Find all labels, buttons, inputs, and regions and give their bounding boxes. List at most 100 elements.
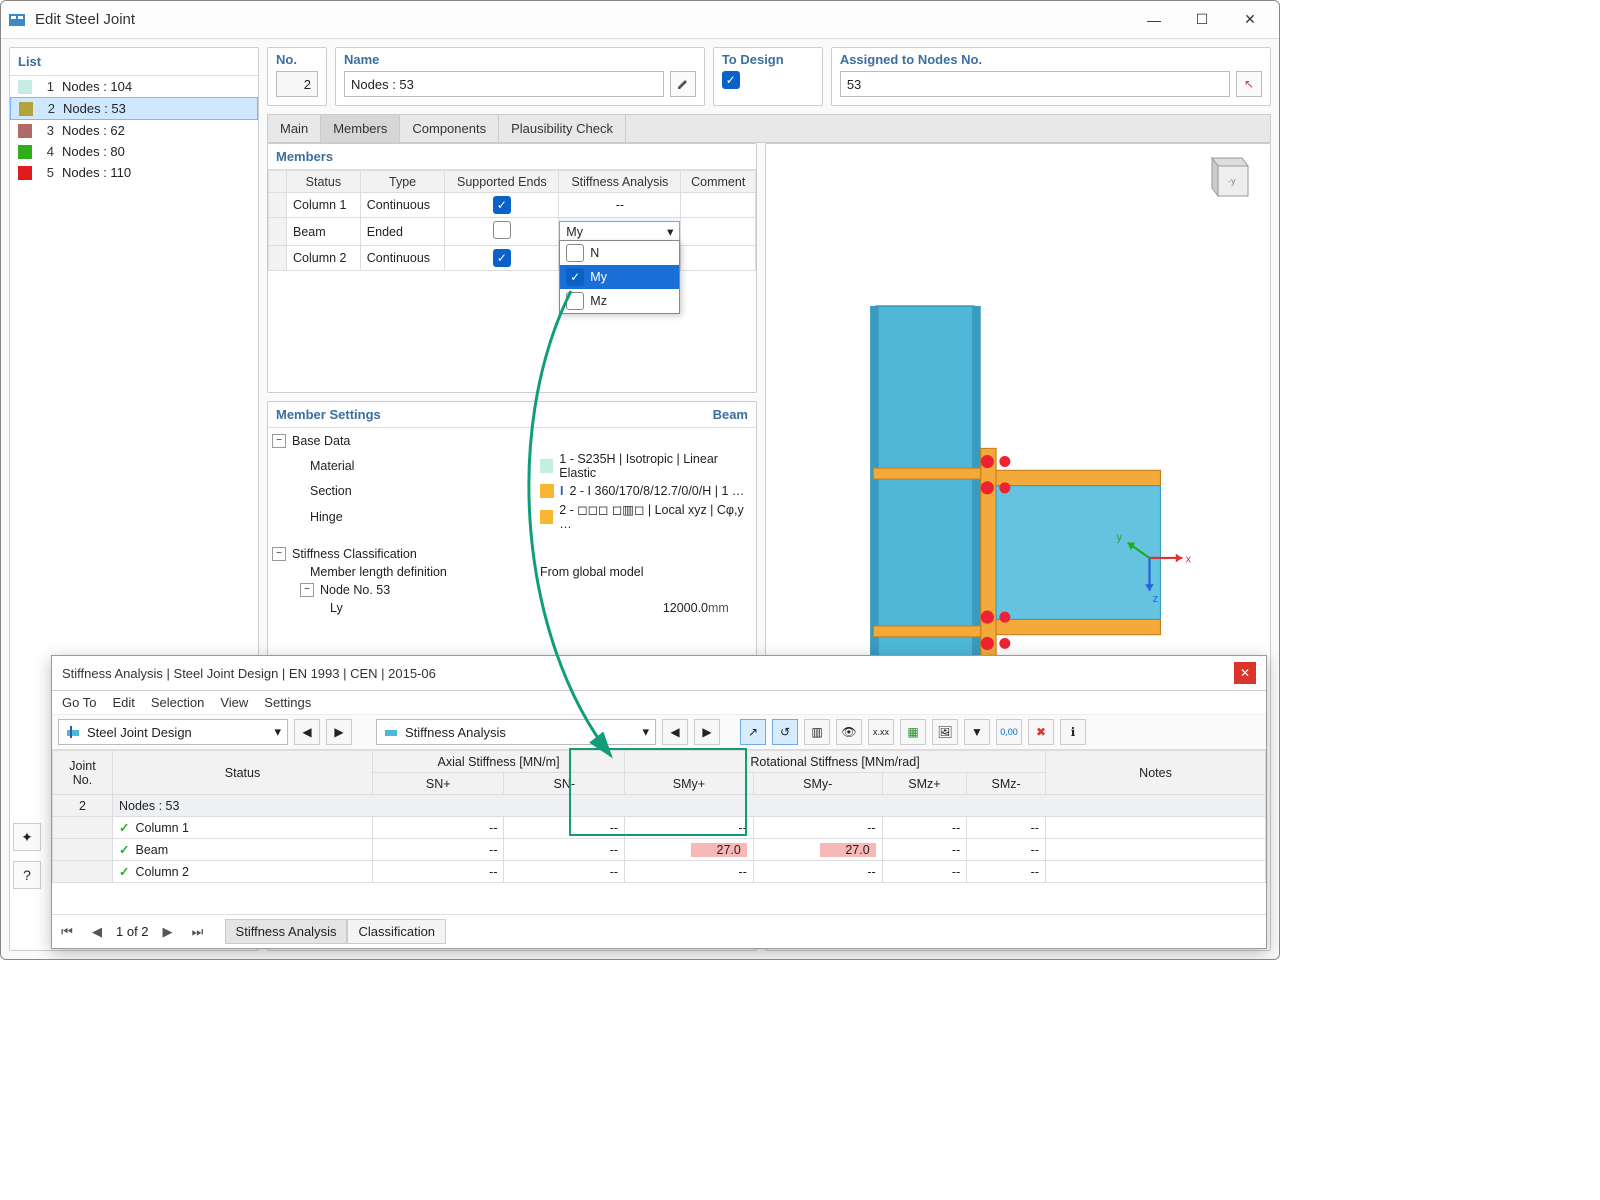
results-menu: Go To Edit Selection View Settings <box>52 691 1266 715</box>
supported-checkbox[interactable]: ✓ <box>493 196 511 214</box>
name-input[interactable]: Nodes : 53 <box>344 71 664 97</box>
results-window: Stiffness Analysis | Steel Joint Design … <box>51 655 1267 949</box>
dropdown-option[interactable]: N <box>560 241 679 265</box>
to-design-field: To Design ✓ <box>713 47 823 106</box>
dropdown-popup: N✓MyMz <box>559 240 680 314</box>
members-row[interactable]: Column 2Continuous✓-- <box>269 246 756 271</box>
close-button[interactable]: ✕ <box>1227 5 1273 35</box>
results-close-button[interactable]: ✕ <box>1234 662 1256 684</box>
next-page-button[interactable]: ▶ <box>157 922 179 942</box>
app-icon <box>7 10 27 30</box>
info-icon[interactable]: ℹ <box>1060 719 1086 745</box>
supported-checkbox[interactable] <box>493 221 511 239</box>
results-grid[interactable]: Joint No. Status Axial Stiffness [MN/m] … <box>52 750 1266 914</box>
next-analysis-button[interactable]: ▶ <box>694 719 720 745</box>
expand-icon[interactable]: − <box>300 583 314 597</box>
list-item[interactable]: 4Nodes : 80 <box>10 141 258 162</box>
excel-export-icon[interactable]: ▦ <box>900 719 926 745</box>
check-icon: ✓ <box>119 843 129 857</box>
color-swatch-icon <box>18 80 32 94</box>
members-row[interactable]: Column 1Continuous✓-- <box>269 193 756 218</box>
main-window: Edit Steel Joint — ☐ ✕ List 1Nodes : 104… <box>0 0 1280 960</box>
no-field: No. 2 <box>267 47 327 106</box>
assigned-field: Assigned to Nodes No. 53 ↖ <box>831 47 1271 106</box>
analysis-combo[interactable]: Stiffness Analysis▾ <box>376 719 656 745</box>
page-indicator: 1 of 2 <box>116 924 149 939</box>
edit-name-button[interactable] <box>670 71 696 97</box>
navigation-cube[interactable]: -y <box>1198 152 1262 216</box>
pick-nodes-button[interactable]: ↖ <box>1236 71 1262 97</box>
maximize-button[interactable]: ☐ <box>1179 5 1225 35</box>
results-title: Stiffness Analysis | Steel Joint Design … <box>62 666 1234 681</box>
tool-a-icon[interactable]: ↗ <box>740 719 766 745</box>
help-icon[interactable]: ? <box>13 861 41 889</box>
to-design-checkbox[interactable]: ✓ <box>722 71 740 89</box>
members-row[interactable]: BeamEndedMy▾N✓MyMz <box>269 218 756 246</box>
svg-text:y: y <box>1117 531 1123 543</box>
prev-page-button[interactable]: ◀ <box>86 922 108 942</box>
menu-view[interactable]: View <box>220 695 248 710</box>
tab-members[interactable]: Members <box>321 115 400 142</box>
last-page-button[interactable]: ⏭ <box>187 922 209 942</box>
list-item[interactable]: 2Nodes : 53 <box>10 97 258 120</box>
footer-tab-stiffness-analysis[interactable]: Stiffness Analysis <box>225 919 348 944</box>
menu-go-to[interactable]: Go To <box>62 695 96 710</box>
minimize-button[interactable]: — <box>1131 5 1177 35</box>
design-combo[interactable]: Steel Joint Design▾ <box>58 719 288 745</box>
title-bar: Edit Steel Joint — ☐ ✕ <box>1 1 1279 39</box>
list-item[interactable]: 3Nodes : 62 <box>10 120 258 141</box>
tab-components[interactable]: Components <box>400 115 499 142</box>
prev-design-button[interactable]: ◀ <box>294 719 320 745</box>
menu-selection[interactable]: Selection <box>151 695 204 710</box>
next-design-button[interactable]: ▶ <box>326 719 352 745</box>
check-icon: ✓ <box>119 821 129 835</box>
color-swatch-icon <box>18 124 32 138</box>
results-footer: ⏮ ◀ 1 of 2 ▶ ⏭ Stiffness AnalysisClassif… <box>52 914 1266 948</box>
tool-c-icon[interactable]: ▥ <box>804 719 830 745</box>
prev-analysis-button[interactable]: ◀ <box>662 719 688 745</box>
tabs-bar: MainMembersComponentsPlausibility Check <box>267 114 1271 143</box>
name-field: Name Nodes : 53 <box>335 47 705 106</box>
tool-d-icon[interactable]: 👁 <box>836 719 862 745</box>
footer-tab-classification[interactable]: Classification <box>347 919 446 944</box>
clear-icon[interactable]: ✖ <box>1028 719 1054 745</box>
list-header: List <box>10 48 258 76</box>
results-row[interactable]: ✓Beam----27.027.0---- <box>53 839 1266 861</box>
members-table[interactable]: StatusTypeSupported EndsStiffness Analys… <box>268 170 756 271</box>
tool-e-icon[interactable]: x.xx <box>868 719 894 745</box>
menu-settings[interactable]: Settings <box>264 695 311 710</box>
hinge-swatch-icon <box>540 510 553 524</box>
list-item[interactable]: 1Nodes : 104 <box>10 76 258 97</box>
results-toolbar: Steel Joint Design▾ ◀ ▶ Stiffness Analys… <box>52 715 1266 750</box>
svg-text:-y: -y <box>1228 176 1236 186</box>
results-row[interactable]: ✓Column 2------------ <box>53 861 1266 883</box>
check-icon: ✓ <box>119 865 129 879</box>
filter-icon[interactable]: ▼ <box>964 719 990 745</box>
assigned-input[interactable]: 53 <box>840 71 1230 97</box>
section-shape-icon: I <box>560 484 563 498</box>
results-row[interactable]: ✓Column 1------------ <box>53 817 1266 839</box>
tool-b-icon[interactable]: ↺ <box>772 719 798 745</box>
color-swatch-icon <box>18 145 32 159</box>
tool-i-icon[interactable]: 0,00 <box>996 719 1022 745</box>
tool-g-icon[interactable]: 🖼 <box>932 719 958 745</box>
supported-checkbox[interactable]: ✓ <box>493 249 511 267</box>
tab-main[interactable]: Main <box>268 115 321 142</box>
menu-edit[interactable]: Edit <box>112 695 134 710</box>
members-panel: Members StatusTypeSupported EndsStiffnes… <box>267 143 757 393</box>
section-swatch-icon <box>540 484 554 498</box>
chevron-down-icon: ▾ <box>667 224 673 239</box>
no-input[interactable]: 2 <box>276 71 318 97</box>
svg-text:z: z <box>1153 593 1158 605</box>
material-swatch-icon <box>540 459 553 473</box>
tab-plausibility-check[interactable]: Plausibility Check <box>499 115 626 142</box>
expand-icon[interactable]: − <box>272 547 286 561</box>
color-swatch-icon <box>19 102 33 116</box>
list-item[interactable]: 5Nodes : 110 <box>10 162 258 183</box>
dropdown-option[interactable]: Mz <box>560 289 679 313</box>
action-icon-1[interactable]: ✦ <box>13 823 41 851</box>
first-page-button[interactable]: ⏮ <box>56 922 78 942</box>
dropdown-option[interactable]: ✓My <box>560 265 679 289</box>
expand-icon[interactable]: − <box>272 434 286 448</box>
window-title: Edit Steel Joint <box>35 11 1131 28</box>
